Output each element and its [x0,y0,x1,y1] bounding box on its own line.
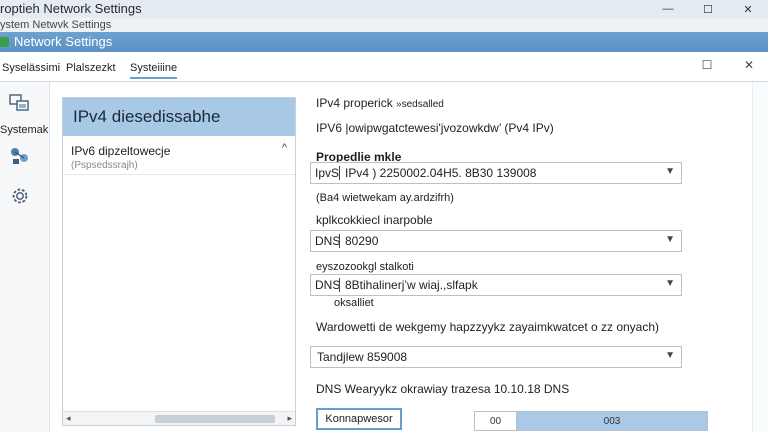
ipv-address-dropdown[interactable]: IpvS IPv4 ) 2250002.04H5. 8B30 139008 ▼ [310,162,682,184]
ipv4-properties-label: IPv4 properick [316,96,393,110]
dns2-dropdown-value: 8Btihalinerj’w wiaj.,slfapk [345,278,478,292]
list-divider [63,174,295,175]
ipv-dropdown-prefix: IpvS [315,166,340,180]
sidebar: Systemak [0,82,50,432]
tandjlew-dropdown-value: Tandjlew 859008 [317,350,408,364]
nodes-icon[interactable] [8,144,32,168]
ipv-dropdown-value: IPv4 ) 2250002.04H5. 8B30 139008 [345,166,537,180]
outer-title-bar: roptieh Network Settings — ☐ ✕ [0,0,768,20]
outer-window-title: roptieh Network Settings [0,1,142,16]
tab-plalszezkt[interactable]: Plalszezkt [66,62,116,74]
button-00[interactable]: 00 [475,412,517,430]
dns-dropdown[interactable]: DNS 80290 ▼ [310,230,682,252]
scrollbar-thumb[interactable] [155,415,275,423]
dns-dropdown-prefix: DNS [315,234,341,248]
list-header-ipv4[interactable]: IPv4 diesedissabhe [63,98,295,136]
konnapwesor-button[interactable]: Konnapwesor [316,408,402,430]
minimize-button[interactable]: — [648,0,688,18]
list-item-ipv6-title[interactable]: IPv6 dipzeltowecje [71,144,170,158]
kplk-label: kplkcokkiecl inarpoble [316,213,433,227]
dropdown-separator [339,278,340,292]
panel-close-button[interactable]: ✕ [742,58,756,72]
eysz-label: eyszozookgl stalkoti [316,261,414,273]
chevron-down-icon[interactable]: ▼ [665,234,675,245]
dns-note: DNS Wearyykz okrawiay trazesa 10.10.18 D… [316,382,570,396]
chevron-down-icon[interactable]: ▼ [665,166,675,177]
button-003[interactable]: 003 [517,412,707,430]
dropdown-separator [339,166,340,180]
oksalliet-label: oksalliet [334,297,374,309]
network-icon[interactable] [8,92,32,116]
chevron-up-icon[interactable]: ^ [282,142,287,154]
dropdown-separator [339,234,340,248]
ipv4-properties-line: IPv4 properick »sedsalled [316,96,444,110]
vertical-scrollbar[interactable] [752,82,768,432]
list-item-ipv6-subtitle: (Pspsedssrajh) [71,160,138,171]
tandjlew-dropdown[interactable]: Tandjlew 859008 ▼ [310,346,682,368]
tab-systeiiine[interactable]: Systeiiine [130,62,178,79]
ipv4-properties-suffix: »sedsalled [396,99,444,110]
tab-syselassimi[interactable]: Syselässimi [2,62,60,74]
outer-window-controls: — ☐ ✕ [648,0,768,18]
tab-bar: Syselässimi Plalszezkt Systeiiine ☐ ✕ [0,52,768,82]
close-button[interactable]: ✕ [728,0,768,18]
gear-icon[interactable] [8,184,32,208]
scroll-left-icon[interactable]: ◂ [66,413,71,424]
app-header-title: Network Settings [14,34,113,49]
button-group: 00 003 [474,411,708,431]
panel-maximize-button[interactable]: ☐ [700,58,714,72]
chevron-down-icon[interactable]: ▼ [665,278,675,289]
app-shield-icon [0,37,9,47]
horizontal-scrollbar[interactable]: ◂ ▸ [63,411,295,425]
window-subtitle: ystem Netwvk Settings [0,18,768,32]
connection-list: IPv4 diesedissabhe IPv6 dipzeltowecje ^ … [62,97,296,426]
panel-controls: ☐ ✕ [700,58,756,72]
dns-dropdown-value: 80290 [345,234,379,248]
maximize-button[interactable]: ☐ [688,0,728,18]
dns2-dropdown-prefix: DNS [315,278,341,292]
sidebar-label: Systemak [0,124,49,136]
app-header: Network Settings [0,32,768,52]
scroll-right-icon[interactable]: ▸ [287,413,292,424]
ipv-note: (Ba4 wietwekam ay.ardzifrh) [316,192,454,204]
dns-secondary-dropdown[interactable]: DNS 8Btihalinerj’w wiaj.,slfapk ▼ [310,274,682,296]
ipv6-properties-line: IPV6 |owipwgatctewesi'jvozowkdw’ (Pv4 IP… [316,121,554,135]
chevron-down-icon[interactable]: ▼ [665,350,675,361]
warning-text: Wardowetti de wekgemy hapzzyykz zayaimkw… [316,320,660,334]
